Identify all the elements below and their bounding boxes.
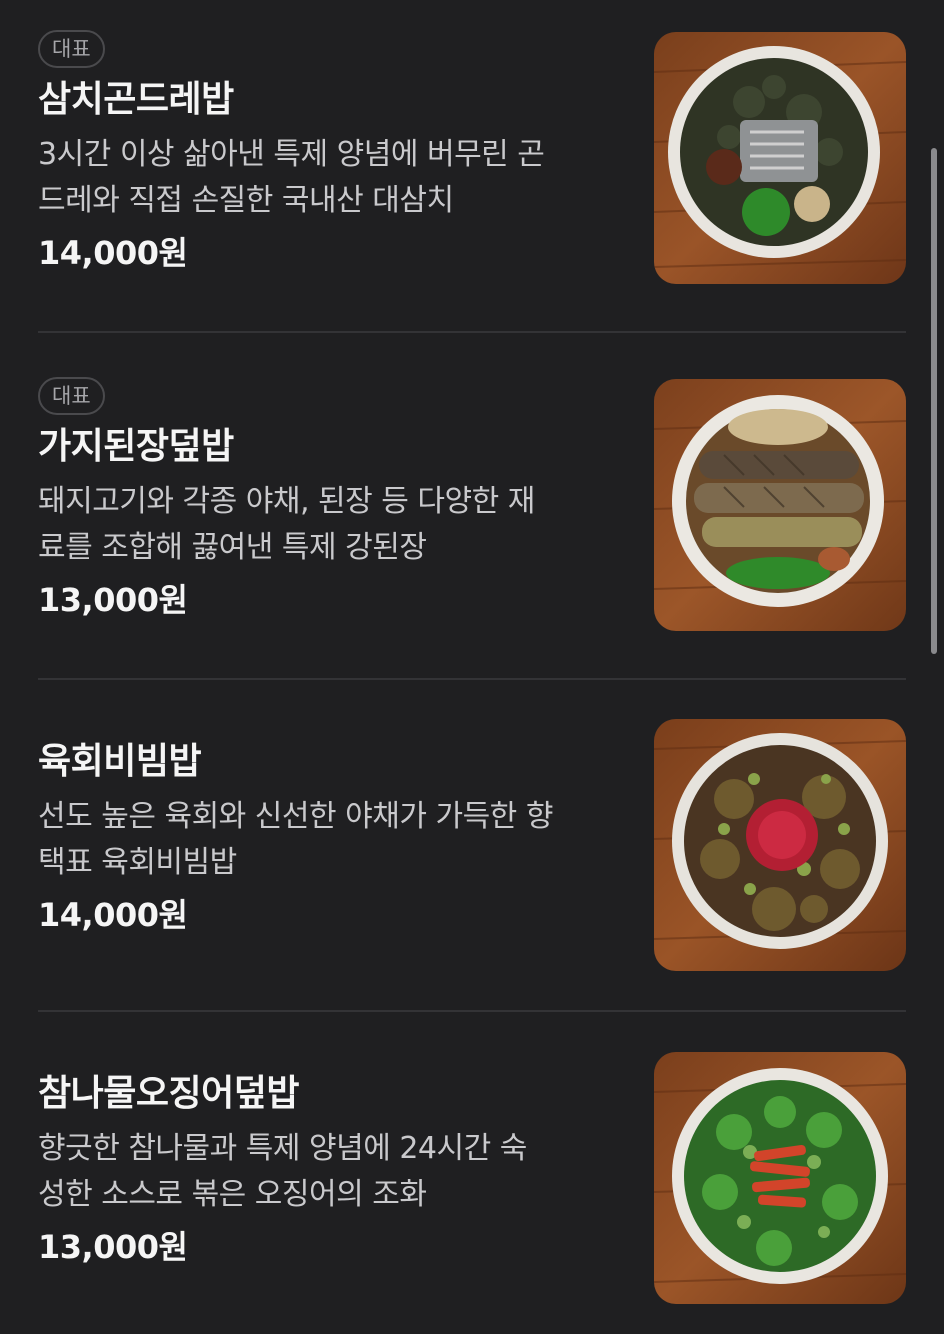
menu-item-description: 돼지고기와 각종 야채, 된장 등 다양한 재 료를 조합해 끓여낸 특제 강된… xyxy=(38,479,623,571)
description-line: 성한 소스로 볶은 오징어의 조화 xyxy=(38,1177,427,1212)
description-line: 택표 육회비빔밥 xyxy=(38,845,237,880)
signature-badge: 대표 xyxy=(38,30,105,68)
menu-item-eggplant-doenjang[interactable]: 대표 가지된장덮밥 돼지고기와 각종 야채, 된장 등 다양한 재 료를 조합해… xyxy=(38,377,906,632)
description-line: 3시간 이상 삶아낸 특제 양념에 버무린 곤 xyxy=(38,137,545,172)
menu-item-text: 참나물오징어덮밥 향긋한 참나물과 특제 양념에 24시간 숙 성한 소스로 볶… xyxy=(38,1072,623,1268)
menu-item-description: 3시간 이상 삶아낸 특제 양념에 버무린 곤 드레와 직접 손질한 국내산 대… xyxy=(38,132,623,224)
item-divider xyxy=(38,1010,906,1012)
description-line: 료를 조합해 끓여낸 특제 강된장 xyxy=(38,530,427,565)
menu-item-price: 13,000원 xyxy=(38,581,188,619)
eggplant-doenjang-rice-bowl-photo[interactable] xyxy=(654,379,906,631)
item-divider xyxy=(38,331,906,333)
menu-item-title: 참나물오징어덮밥 xyxy=(38,1073,299,1114)
menu-item-title: 육회비빔밥 xyxy=(38,741,202,782)
menu-item-price: 14,000원 xyxy=(38,896,188,934)
scrollbar[interactable] xyxy=(931,148,937,654)
menu-item-description: 선도 높은 육회와 신선한 야채가 가득한 향 택표 육회비빔밥 xyxy=(38,794,623,886)
menu-item-title: 가지된장덮밥 xyxy=(38,426,234,467)
menu-item-text: 육회비빔밥 선도 높은 육회와 신선한 야채가 가득한 향 택표 육회비빔밥 1… xyxy=(38,740,623,936)
description-line: 선도 높은 육회와 신선한 야채가 가득한 향 xyxy=(38,799,553,834)
menu-item-samchi-gondre[interactable]: 대표 삼치곤드레밥 3시간 이상 삶아낸 특제 양념에 버무린 곤 드레와 직접… xyxy=(38,30,906,285)
item-divider xyxy=(38,678,906,680)
menu-item-text: 대표 가지된장덮밥 돼지고기와 각종 야채, 된장 등 다양한 재 료를 조합해… xyxy=(38,377,623,621)
menu-item-price: 13,000원 xyxy=(38,1228,188,1266)
yukhoe-bibimbap-photo[interactable] xyxy=(654,719,906,971)
menu-item-price: 14,000원 xyxy=(38,234,188,272)
menu-list-page: 대표 삼치곤드레밥 3시간 이상 삶아낸 특제 양념에 버무린 곤 드레와 직접… xyxy=(0,0,944,1334)
menu-item-text: 대표 삼치곤드레밥 3시간 이상 삶아낸 특제 양념에 버무린 곤 드레와 직접… xyxy=(38,30,623,274)
description-line: 돼지고기와 각종 야채, 된장 등 다양한 재 xyxy=(38,484,535,519)
menu-item-description: 향긋한 참나물과 특제 양념에 24시간 숙 성한 소스로 볶은 오징어의 조화 xyxy=(38,1126,623,1218)
samchi-gondre-rice-bowl-photo[interactable] xyxy=(654,32,906,284)
menu-item-yukhoe-bibimbap[interactable]: 육회비빔밥 선도 높은 육회와 신선한 야채가 가득한 향 택표 육회비빔밥 1… xyxy=(38,719,906,972)
menu-item-title: 삼치곤드레밥 xyxy=(38,79,234,120)
signature-badge: 대표 xyxy=(38,377,105,415)
description-line: 향긋한 참나물과 특제 양념에 24시간 숙 xyxy=(38,1131,527,1166)
chamnamul-squid-rice-bowl-photo[interactable] xyxy=(654,1052,906,1304)
menu-item-chamnamul-squid[interactable]: 참나물오징어덮밥 향긋한 참나물과 특제 양념에 24시간 숙 성한 소스로 볶… xyxy=(38,1052,906,1304)
description-line: 드레와 직접 손질한 국내산 대삼치 xyxy=(38,183,454,218)
